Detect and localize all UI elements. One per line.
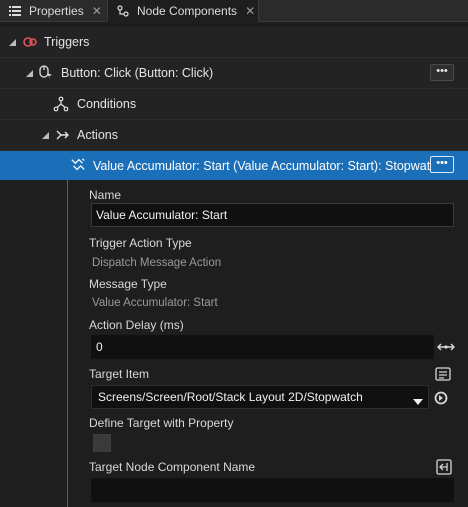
- actions-icon: [54, 127, 70, 143]
- tab-node-components[interactable]: Node Components ✕: [107, 0, 259, 22]
- tree-item-button-click[interactable]: Button: Click (Button: Click) •••: [0, 58, 468, 89]
- expand-arrow-icon[interactable]: [41, 131, 49, 139]
- define-target-checkbox[interactable]: [93, 434, 111, 452]
- browse-icon[interactable]: [434, 365, 452, 383]
- tab-label: Properties: [29, 4, 84, 18]
- message-type-value: Value Accumulator: Start: [92, 297, 218, 309]
- expand-arrow-icon[interactable]: [25, 69, 33, 77]
- assign-component-icon[interactable]: [435, 458, 453, 476]
- tree-item-label: Value Accumulator: Start (Value Accumula…: [93, 158, 444, 173]
- message-action-icon: [70, 157, 86, 173]
- action-delay-field[interactable]: 0: [91, 335, 434, 359]
- conditions-icon: [53, 96, 69, 112]
- more-options-button[interactable]: •••: [430, 156, 454, 173]
- target-node-component-field[interactable]: [91, 478, 454, 502]
- target-item-label: Target Item: [89, 367, 150, 381]
- trigger-icon: [22, 34, 38, 50]
- tree-item-label: Conditions: [77, 97, 137, 111]
- tree-item-label: Triggers: [44, 35, 90, 49]
- trigger-action-type-value: Dispatch Message Action: [92, 257, 222, 269]
- drag-value-icon[interactable]: [436, 338, 456, 356]
- define-target-label: Define Target with Property: [89, 416, 234, 430]
- list-icon: [9, 5, 21, 17]
- tab-bar: Properties ✕ Node Components ✕: [0, 0, 468, 22]
- target-item-select[interactable]: Screens/Screen/Root/Stack Layout 2D/Stop…: [91, 385, 429, 409]
- chevron-down-icon: [413, 394, 423, 408]
- tree-item-triggers[interactable]: Triggers: [0, 27, 468, 58]
- node-components-icon: [117, 5, 129, 17]
- tree-item-label: Actions: [77, 128, 118, 142]
- target-node-component-label: Target Node Component Name: [89, 460, 256, 474]
- close-icon[interactable]: ✕: [92, 4, 102, 18]
- properties-panel: Name Value Accumulator: Start Trigger Ac…: [67, 180, 468, 507]
- tab-label: Node Components: [137, 4, 238, 18]
- action-delay-label: Action Delay (ms): [89, 318, 184, 332]
- more-options-button[interactable]: •••: [430, 64, 454, 81]
- tree-item-value-accumulator[interactable]: Value Accumulator: Start (Value Accumula…: [0, 151, 468, 180]
- trigger-action-type-label: Trigger Action Type: [89, 236, 192, 250]
- close-icon[interactable]: ✕: [245, 4, 255, 18]
- tree-item-actions[interactable]: Actions: [0, 120, 468, 151]
- tree-item-conditions[interactable]: Conditions: [0, 89, 468, 120]
- mouse-click-icon: [37, 64, 53, 80]
- tree-item-label: Button: Click (Button: Click): [61, 66, 214, 80]
- name-field[interactable]: Value Accumulator: Start: [91, 203, 454, 227]
- expand-arrow-icon[interactable]: [8, 38, 16, 46]
- message-type-label: Message Type: [89, 277, 167, 291]
- target-item-value: Screens/Screen/Root/Stack Layout 2D/Stop…: [98, 390, 363, 404]
- name-label: Name: [89, 188, 122, 202]
- reset-icon[interactable]: [432, 389, 450, 407]
- tab-properties[interactable]: Properties ✕: [0, 0, 106, 22]
